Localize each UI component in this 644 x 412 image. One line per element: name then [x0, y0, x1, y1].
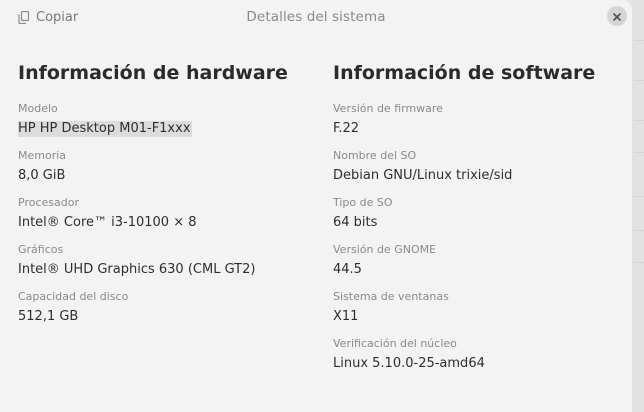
system-details-dialog: Copiar Detalles del sistema Información … — [0, 0, 632, 412]
field-label: Tipo de SO — [333, 196, 393, 209]
field-windowing-system: Sistema de ventanas X11 — [333, 289, 623, 336]
field-value[interactable]: X11 — [333, 307, 623, 327]
divider — [634, 262, 644, 263]
field-model: Modelo HP HP Desktop M01-F1xxx — [18, 101, 318, 148]
divider — [634, 230, 644, 231]
divider — [634, 120, 644, 121]
hardware-title: Información de hardware — [18, 62, 288, 84]
divider — [634, 152, 644, 153]
field-value[interactable]: 8,0 GiB — [18, 166, 318, 186]
field-os-type: Tipo de SO 64 bits — [333, 195, 623, 242]
field-label: Modelo — [18, 102, 58, 115]
divider — [634, 196, 644, 197]
divider — [634, 40, 644, 41]
field-memory: Memoria 8,0 GiB — [18, 148, 318, 195]
field-firmware-version: Versión de firmware F.22 — [333, 101, 623, 148]
field-kernel-version: Verificación del núcleo Linux 5.10.0-25-… — [333, 336, 623, 383]
field-value[interactable]: Linux 5.10.0-25-amd64 — [333, 354, 623, 374]
field-processor: Procesador Intel® Core™ i3-10100 × 8 — [18, 195, 318, 242]
field-value[interactable]: 64 bits — [333, 213, 623, 233]
field-value[interactable]: Intel® Core™ i3-10100 × 8 — [18, 213, 318, 233]
field-value[interactable]: 44.5 — [333, 260, 623, 280]
field-graphics: Gráficos Intel® UHD Graphics 630 (CML GT… — [18, 242, 318, 289]
software-title: Información de software — [333, 62, 596, 84]
field-value[interactable]: Intel® UHD Graphics 630 (CML GT2) — [18, 260, 318, 280]
headerbar: Copiar Detalles del sistema — [0, 0, 632, 36]
field-label: Versión de GNOME — [333, 243, 437, 256]
field-os-name: Nombre del SO Debian GNU/Linux trixie/si… — [333, 148, 623, 195]
field-value[interactable]: HP HP Desktop M01-F1xxx — [18, 119, 318, 139]
field-disk-capacity: Capacidad del disco 512,1 GB — [18, 289, 318, 336]
field-value[interactable]: 512,1 GB — [18, 307, 318, 327]
divider — [634, 80, 644, 81]
selected-text[interactable]: HP HP Desktop M01-F1xxx — [18, 121, 192, 137]
field-label: Procesador — [18, 196, 79, 209]
field-label: Nombre del SO — [333, 149, 417, 162]
close-icon — [612, 7, 622, 26]
field-label: Verificación del núcleo — [333, 337, 457, 350]
window-title: Detalles del sistema — [246, 9, 386, 25]
background-window-edge — [632, 0, 644, 412]
software-section: Información de software Versión de firmw… — [333, 60, 623, 383]
field-label: Versión de firmware — [333, 102, 443, 115]
field-label: Memoria — [18, 149, 67, 162]
field-label: Sistema de ventanas — [333, 290, 449, 303]
field-label: Capacidad del disco — [18, 290, 129, 303]
hardware-section: Información de hardware Modelo HP HP Des… — [18, 60, 318, 336]
field-value[interactable]: F.22 — [333, 119, 623, 139]
field-label: Gráficos — [18, 243, 64, 256]
field-gnome-version: Versión de GNOME 44.5 — [333, 242, 623, 289]
field-value[interactable]: Debian GNU/Linux trixie/sid — [333, 166, 623, 186]
close-button[interactable] — [607, 6, 627, 26]
